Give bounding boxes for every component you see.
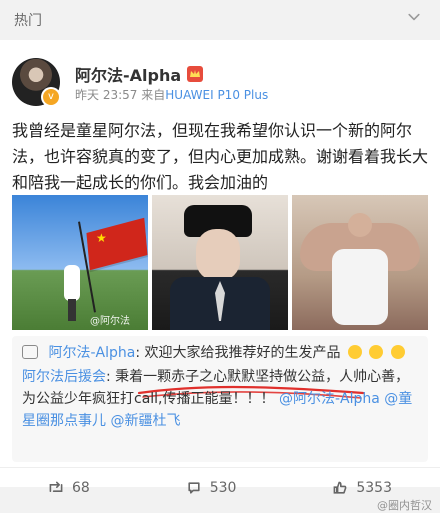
- mention-alpha[interactable]: @阿尔法-Alpha: [279, 391, 380, 407]
- comment-button[interactable]: 530: [186, 480, 237, 496]
- post-time: 23:57: [102, 88, 138, 102]
- cool-icon: [369, 345, 384, 359]
- head: [348, 213, 372, 237]
- repost-icon: [49, 481, 63, 492]
- person-figure: [64, 265, 80, 301]
- comment-bubble-icon: [188, 482, 200, 494]
- photo-grid: ★ @阿尔法: [12, 195, 428, 330]
- comment-item[interactable]: 阿尔法后援会: 秉着一颗赤子之心默默坚持做公益，人帅心善，为公益少年疯狂打cal…: [22, 366, 422, 432]
- comment-count: 530: [209, 480, 237, 496]
- chevron-down-icon[interactable]: [406, 9, 422, 25]
- comment-author[interactable]: 阿尔法后援会: [22, 369, 106, 385]
- comment-box: 阿尔法-Alpha: 欢迎大家给我推荐好的生发产品 阿尔法后援会: 秉着一颗赤子…: [12, 336, 428, 462]
- post-meta: 昨天 23:57 来自HUAWEI P10 Plus: [75, 86, 268, 103]
- mention-xinjiang[interactable]: @新疆杜飞: [110, 413, 180, 429]
- source-prefix: 来自: [141, 88, 166, 102]
- action-bar: 68 530 5353: [0, 467, 440, 508]
- watermark: @圈内哲汉: [377, 499, 432, 512]
- repost-count: 68: [71, 480, 90, 496]
- crying-laugh-icon: [347, 345, 362, 359]
- comment-separator: :: [135, 345, 141, 361]
- photo-muscle[interactable]: [292, 195, 428, 330]
- author-row: 阿尔法-Alpha: [75, 62, 204, 86]
- like-count: 5353: [356, 480, 392, 496]
- like-button[interactable]: 5353: [332, 480, 392, 496]
- thumb-up-icon: [333, 481, 347, 494]
- person-legs: [68, 299, 76, 321]
- vip-icon: [187, 66, 204, 82]
- comment-icon: [22, 345, 38, 359]
- device-link[interactable]: HUAWEI P10 Plus: [165, 88, 268, 102]
- face: [196, 229, 240, 281]
- author-name[interactable]: 阿尔法-Alpha: [75, 62, 181, 86]
- post-header: v 阿尔法-Alpha 昨天 23:57 来自HUAWEI P10 Plus: [12, 58, 428, 106]
- photo-watermark: @阿尔法: [90, 316, 130, 327]
- photo-flag[interactable]: ★ @阿尔法: [12, 195, 148, 330]
- verified-icon: v: [43, 89, 59, 105]
- repost-button[interactable]: 68: [48, 480, 90, 496]
- section-title: 热门: [14, 13, 42, 29]
- star-icon: ★: [96, 231, 107, 245]
- comment-separator: :: [106, 369, 111, 385]
- post-text: 我曾经是童星阿尔法，但现在我希望你认识一个新的阿尔法，也许容貌真的变了，但内心更…: [12, 121, 429, 192]
- crown-icon: [190, 70, 201, 77]
- post-card: v 阿尔法-Alpha 昨天 23:57 来自HUAWEI P10 Plus 我…: [0, 40, 440, 512]
- photo-hat[interactable]: [152, 195, 288, 330]
- post-date: 昨天: [75, 88, 100, 102]
- torso: [332, 249, 388, 325]
- comment-item[interactable]: 阿尔法-Alpha: 欢迎大家给我推荐好的生发产品: [22, 342, 422, 364]
- comment-author[interactable]: 阿尔法-Alpha: [48, 345, 135, 361]
- laugh-icon: [390, 345, 405, 359]
- comment-text: 欢迎大家给我推荐好的生发产品: [144, 345, 341, 361]
- top-bar: 热门: [0, 0, 440, 36]
